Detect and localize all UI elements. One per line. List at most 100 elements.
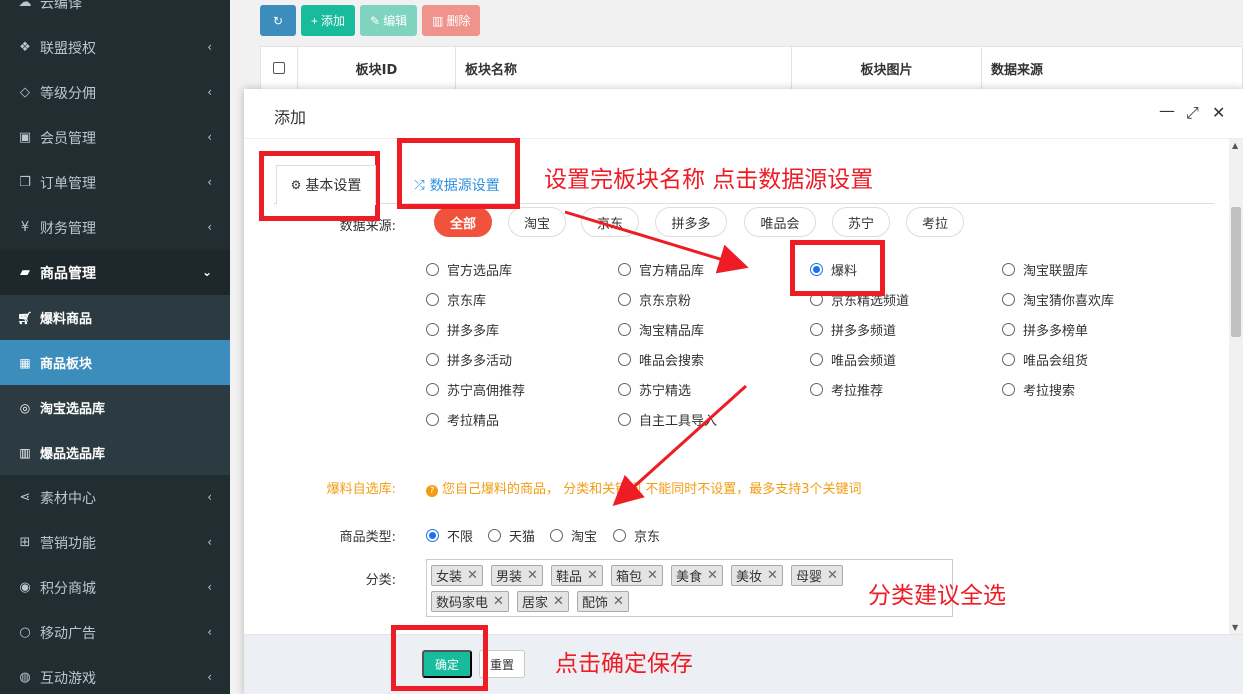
radio[interactable] <box>618 292 631 306</box>
data-source-radio-option[interactable]: 自主工具导入 <box>618 410 717 429</box>
radio[interactable] <box>426 382 439 396</box>
goods-type-radio-tmall[interactable]: 天猫 <box>488 526 535 545</box>
data-source-radio-option[interactable]: 官方精品库 <box>618 260 704 279</box>
sidebar-item-level-commission[interactable]: ◇ 等级分佣 ‹ <box>0 70 230 115</box>
source-chip-suning[interactable]: 苏宁 <box>832 207 890 237</box>
radio[interactable] <box>426 292 439 306</box>
radio[interactable] <box>618 352 631 366</box>
remove-tag-icon[interactable]: ✕ <box>553 594 564 609</box>
tab-basic-settings[interactable]: ⚙ 基本设置 <box>276 165 376 205</box>
scrollbar-thumb[interactable] <box>1231 207 1241 337</box>
column-header-data-source[interactable]: 数据来源 <box>982 47 1243 89</box>
close-icon[interactable]: ✕ <box>1212 103 1225 122</box>
radio[interactable] <box>618 382 631 396</box>
data-source-radio-option[interactable]: 考拉精品 <box>426 410 499 429</box>
data-source-radio-option[interactable]: 考拉搜索 <box>1002 380 1075 399</box>
sidebar-subitem-breaking-goods[interactable]: 🛒︎ 爆料商品 <box>0 295 230 340</box>
sidebar-item-points-mall[interactable]: ◉ 积分商城 ‹ <box>0 565 230 610</box>
remove-tag-icon[interactable]: ✕ <box>493 594 504 609</box>
data-source-radio-option[interactable]: 淘宝精品库 <box>618 320 704 339</box>
data-source-radio-option[interactable]: 淘宝猜你喜欢库 <box>1002 290 1114 309</box>
remove-tag-icon[interactable]: ✕ <box>827 568 838 583</box>
scroll-up-arrow-icon[interactable]: ▲ <box>1232 141 1238 150</box>
data-source-radio-option[interactable]: 官方选品库 <box>426 260 512 279</box>
sidebar-subitem-hot-library[interactable]: ▥ 爆品选品库 <box>0 430 230 475</box>
scroll-down-arrow-icon[interactable]: ▼ <box>1232 623 1238 632</box>
radio[interactable] <box>426 412 439 426</box>
modal-title: 添加 <box>274 108 307 127</box>
source-chip-kaola[interactable]: 考拉 <box>906 207 964 237</box>
sidebar-item-label: 云编译 <box>40 0 82 12</box>
remove-tag-icon[interactable]: ✕ <box>767 568 778 583</box>
radio[interactable] <box>810 352 823 366</box>
maximize-icon[interactable]: ⤢ <box>1186 103 1199 123</box>
source-chip-vip[interactable]: 唯品会 <box>744 207 816 237</box>
data-source-radio-option[interactable]: 考拉推荐 <box>810 380 883 399</box>
column-header-block-id[interactable]: 板块ID <box>298 47 456 89</box>
remove-tag-icon[interactable]: ✕ <box>613 594 624 609</box>
source-chip-taobao[interactable]: 淘宝 <box>508 207 566 237</box>
data-source-radio-option[interactable]: 拼多多频道 <box>810 320 896 339</box>
data-source-radio-option[interactable]: 苏宁精选 <box>618 380 691 399</box>
minimize-icon[interactable]: — <box>1159 101 1175 120</box>
data-source-radio-option[interactable]: 淘宝联盟库 <box>1002 260 1088 279</box>
remove-tag-icon[interactable]: ✕ <box>467 568 478 583</box>
radio[interactable] <box>618 322 631 336</box>
modal-scrollbar[interactable]: ▲ ▼ <box>1229 139 1243 634</box>
data-source-radio-option[interactable]: 唯品会频道 <box>810 350 896 369</box>
sidebar-item-alliance-auth[interactable]: ❖ 联盟授权 ‹ <box>0 25 230 70</box>
sidebar-item-finance[interactable]: ¥ 财务管理 ‹ <box>0 205 230 250</box>
sidebar-item-games[interactable]: ◍ 互动游戏 ‹ <box>0 655 230 694</box>
remove-tag-icon[interactable]: ✕ <box>527 568 538 583</box>
sidebar-item-orders[interactable]: ❐ 订单管理 ‹ <box>0 160 230 205</box>
goods-type-radio-taobao[interactable]: 淘宝 <box>550 526 597 545</box>
sidebar-item-goods[interactable]: ▰ 商品管理 ⌄ <box>0 250 230 295</box>
radio[interactable] <box>426 262 439 276</box>
data-source-radio-option[interactable]: 拼多多榜单 <box>1002 320 1088 339</box>
sidebar-subitem-goods-block[interactable]: ▦ 商品板块 <box>0 340 230 385</box>
radio[interactable] <box>426 352 439 366</box>
data-source-radio-option[interactable]: 苏宁高佣推荐 <box>426 380 525 399</box>
data-source-radio-option[interactable]: 唯品会组货 <box>1002 350 1088 369</box>
sidebar-item-marketing[interactable]: ⊞ 营销功能 ‹ <box>0 520 230 565</box>
radio[interactable] <box>1002 292 1015 306</box>
radio[interactable] <box>488 528 501 542</box>
data-source-radio-option[interactable]: 拼多多活动 <box>426 350 512 369</box>
edit-button[interactable]: ✎ 编辑 <box>360 5 418 36</box>
data-source-radio-option[interactable]: 拼多多库 <box>426 320 499 339</box>
radio[interactable] <box>810 322 823 336</box>
remove-tag-icon[interactable]: ✕ <box>707 568 718 583</box>
sidebar-item-materials[interactable]: ⋖ 素材中心 ‹ <box>0 475 230 520</box>
radio[interactable] <box>426 322 439 336</box>
sidebar-item-members[interactable]: ▣ 会员管理 ‹ <box>0 115 230 160</box>
radio[interactable] <box>618 262 631 276</box>
radio[interactable] <box>550 528 563 542</box>
goods-type-radio-unlimited[interactable]: 不限 <box>426 526 473 545</box>
source-chip-jd[interactable]: 京东 <box>581 207 639 237</box>
radio-selected[interactable] <box>426 528 439 542</box>
radio[interactable] <box>1002 352 1015 366</box>
goods-type-radio-jd[interactable]: 京东 <box>613 526 660 545</box>
add-button[interactable]: + 添加 <box>301 5 356 36</box>
radio[interactable] <box>1002 322 1015 336</box>
data-source-radio-option[interactable]: 京东京粉 <box>618 290 691 309</box>
column-header-block-image[interactable]: 板块图片 <box>792 47 982 89</box>
source-chip-all[interactable]: 全部 <box>434 207 492 237</box>
radio[interactable] <box>618 412 631 426</box>
remove-tag-icon[interactable]: ✕ <box>647 568 658 583</box>
radio[interactable] <box>613 528 626 542</box>
sidebar-item-cloud-compile[interactable]: ☁ 云编译 <box>0 0 230 25</box>
radio[interactable] <box>810 382 823 396</box>
refresh-button[interactable]: ↻ <box>260 5 296 36</box>
data-source-radio-option[interactable]: 唯品会搜索 <box>618 350 704 369</box>
source-chip-pinduoduo[interactable]: 拼多多 <box>655 207 727 237</box>
delete-button[interactable]: ▥ 删除 <box>422 5 481 36</box>
remove-tag-icon[interactable]: ✕ <box>587 568 598 583</box>
data-source-radio-option[interactable]: 京东库 <box>426 290 486 309</box>
column-header-block-name[interactable]: 板块名称 <box>456 47 792 89</box>
radio[interactable] <box>1002 262 1015 276</box>
radio[interactable] <box>1002 382 1015 396</box>
sidebar-subitem-taobao-library[interactable]: ◎ 淘宝选品库 <box>0 385 230 430</box>
sidebar-item-mobile-ads[interactable]: ○ 移动广告 ‹ <box>0 610 230 655</box>
select-all-checkbox[interactable] <box>273 62 285 74</box>
